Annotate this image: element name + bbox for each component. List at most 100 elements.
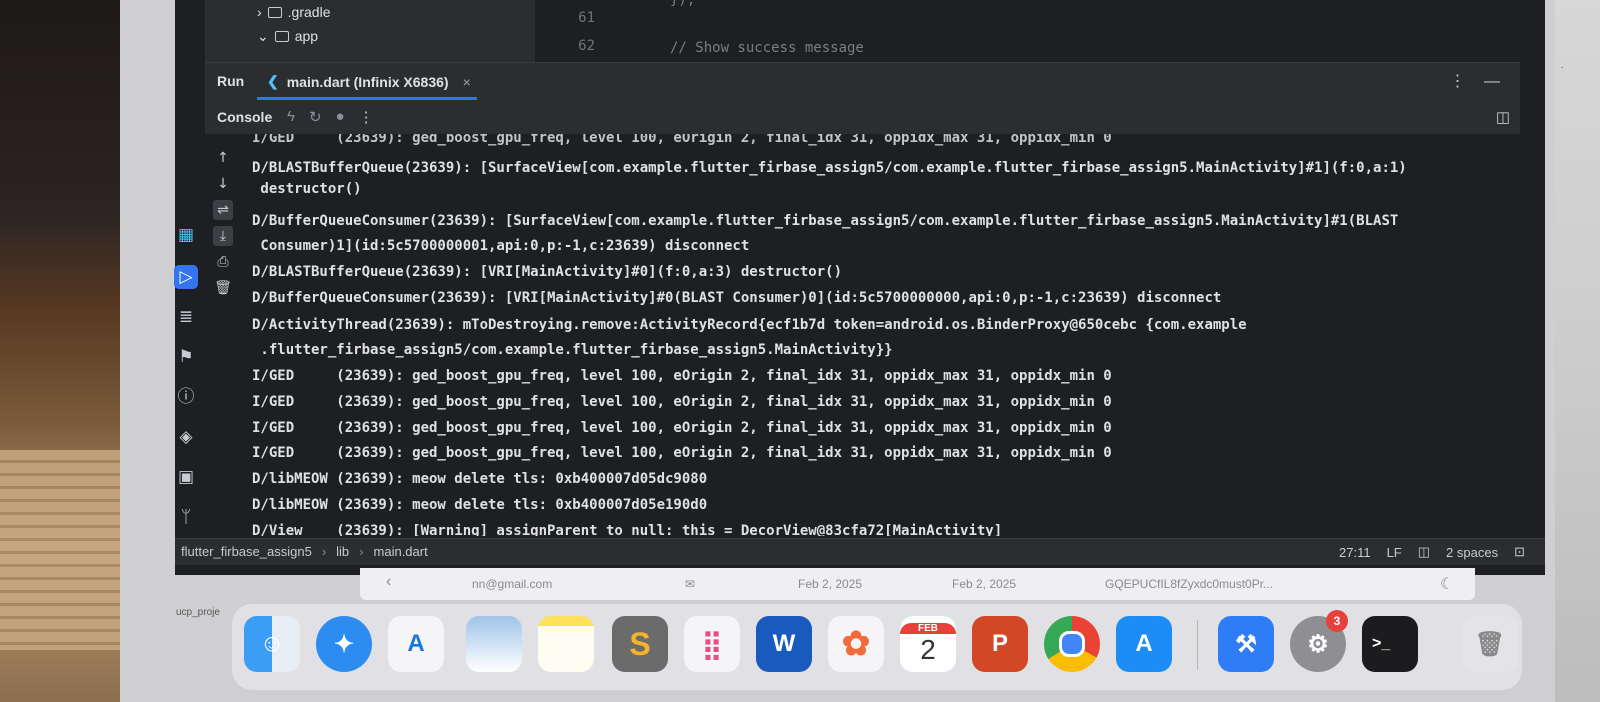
- run-icon[interactable]: ▷: [174, 265, 198, 289]
- more-options-icon[interactable]: ⋮: [359, 108, 374, 126]
- launchpad-icon[interactable]: ⣿: [684, 616, 740, 672]
- print-icon[interactable]: ⎙: [213, 252, 233, 272]
- log-line: I/GED (23639): ged_boost_gpu_freq, level…: [252, 368, 1112, 384]
- ide-status-bar: flutter_firbase_assign5 › lib › main.dar…: [175, 538, 1545, 565]
- soft-wrap-icon[interactable]: ⇌: [213, 200, 233, 220]
- flutter-icon: ❮: [267, 73, 279, 89]
- log-line: destructor(): [252, 181, 362, 197]
- calendar-icon[interactable]: FEB 2: [900, 616, 956, 672]
- run-window-tools: ⋮ —: [1436, 71, 1500, 91]
- run-title: Run: [217, 73, 245, 89]
- breadcrumb-project[interactable]: flutter_firbase_assign5: [181, 544, 312, 559]
- notification-badge: 3: [1326, 610, 1348, 632]
- background-right: .: [1555, 0, 1600, 702]
- console-tab[interactable]: Console: [217, 109, 272, 125]
- log-line: I/GED (23639): ged_boost_gpu_freq, level…: [252, 445, 1112, 461]
- photos-icon[interactable]: ✿: [828, 616, 884, 672]
- status-right: 27:11 LF ◫ 2 spaces ⊡: [1339, 544, 1525, 560]
- console-output[interactable]: I/GED (23639): ged_boost_gpu_freq, level…: [240, 134, 1520, 536]
- editor-gutter: 61 62: [535, 0, 631, 62]
- sublime-text-icon[interactable]: S: [612, 616, 668, 672]
- line-ending[interactable]: LF: [1387, 545, 1402, 560]
- folder-icon: [267, 6, 282, 18]
- tab-main-dart[interactable]: ❮ main.dart (Infinix X6836) ×: [267, 73, 471, 90]
- word-icon[interactable]: W: [756, 616, 812, 672]
- indent-setting[interactable]: 2 spaces: [1446, 545, 1498, 560]
- trash-icon[interactable]: 🗑: [213, 278, 233, 298]
- code-line: });: [670, 0, 696, 8]
- email-cell: nn@gmail.com: [472, 577, 553, 591]
- log-line: I/GED (23639): ged_boost_gpu_freq, level…: [252, 394, 1112, 410]
- stop-icon[interactable]: ●: [336, 108, 345, 126]
- breadcrumb-file[interactable]: main.dart: [374, 544, 428, 559]
- readonly-icon[interactable]: ◫: [1418, 544, 1430, 560]
- safari-icon[interactable]: ✦: [316, 616, 372, 672]
- log-line: D/BLASTBufferQueue(23639): [VRI[MainActi…: [252, 264, 843, 280]
- log-line: I/GED (23639): ged_boost_gpu_freq, level…: [252, 134, 1112, 146]
- moon-icon[interactable]: ☾: [1440, 574, 1454, 594]
- line-number: 61: [578, 10, 595, 26]
- lock-icon[interactable]: ⊡: [1514, 544, 1525, 560]
- minimize-icon[interactable]: —: [1484, 73, 1500, 90]
- git-icon[interactable]: ᛘ: [174, 505, 198, 529]
- more-options-icon[interactable]: ⋮: [1450, 73, 1466, 90]
- tree-item-label: app: [294, 28, 319, 44]
- chevron-left-icon[interactable]: ‹: [386, 573, 391, 591]
- token-cell: GQEPUCfIL8fZyxdc0must0Pr...: [1105, 577, 1274, 591]
- log-line: D/BufferQueueConsumer(23639): [VRI[MainA…: [252, 290, 1222, 306]
- problems-icon[interactable]: ⓘ: [174, 385, 198, 409]
- log-line: D/BLASTBufferQueue(23639): [SurfaceView[…: [252, 160, 1407, 176]
- scroll-to-end-icon[interactable]: ⤓: [213, 226, 233, 246]
- finder-icon[interactable]: ☺: [244, 616, 300, 672]
- desktop-label: ucp_proje: [176, 607, 220, 618]
- scroll-up-icon[interactable]: ↑: [213, 148, 233, 168]
- layout-icon[interactable]: ◫: [1496, 108, 1510, 126]
- chevron-down-icon[interactable]: ⌄: [257, 28, 269, 45]
- log-line: .flutter_firbase_assign5/com.example.flu…: [252, 342, 893, 358]
- log-line: I/GED (23639): ged_boost_gpu_freq, level…: [252, 420, 1112, 436]
- instruments-icon[interactable]: A: [388, 616, 444, 672]
- hot-reload-icon[interactable]: ϟ: [287, 108, 295, 126]
- calendar-day: 2: [920, 633, 936, 665]
- console-toolbar-icons: ϟ ↻ ● ⋮: [287, 108, 374, 126]
- powerpoint-icon[interactable]: P: [972, 616, 1028, 672]
- console-toolbar: Console ϟ ↻ ● ⋮ ◫: [205, 100, 1520, 134]
- code-editor[interactable]: }); // Show success message: [630, 0, 1520, 62]
- xcode-icon[interactable]: ⚒: [1218, 616, 1274, 672]
- log-line: D/BufferQueueConsumer(23639): [SurfaceVi…: [252, 213, 1399, 229]
- line-number: 62: [578, 38, 595, 54]
- browser-row: ‹ nn@gmail.com ✉ Feb 2, 2025 Feb 2, 2025…: [360, 568, 1475, 600]
- run-tool-window-header: Run ❮ main.dart (Infinix X6836) × ⋮ —: [205, 62, 1520, 101]
- tree-item-gradle[interactable]: › .gradle: [257, 2, 330, 22]
- close-icon[interactable]: ×: [463, 74, 471, 90]
- trash-bin-icon[interactable]: 🗑: [1462, 616, 1518, 672]
- dock-separator: [1197, 620, 1198, 670]
- breadcrumb-folder[interactable]: lib: [336, 544, 349, 559]
- services-icon[interactable]: ◈: [174, 425, 198, 449]
- offscreen-fragment: .: [1561, 60, 1564, 70]
- terminal-app-icon[interactable]: >_: [1362, 616, 1418, 672]
- app-store-icon[interactable]: A: [1116, 616, 1172, 672]
- date-cell: Feb 2, 2025: [952, 577, 1017, 591]
- tab-label: main.dart (Infinix X6836): [286, 73, 449, 90]
- chevron-right-icon: ›: [321, 544, 327, 559]
- macos-dock: ☺ ✦ A S ⣿ W ✿ FEB 2 P A ⚒ ⚙ 3 >_ 🗑: [232, 604, 1522, 690]
- breadcrumb: flutter_firbase_assign5 › lib › main.dar…: [181, 544, 428, 559]
- cursor-position[interactable]: 27:11: [1339, 545, 1371, 560]
- chrome-icon[interactable]: [1044, 616, 1100, 672]
- console-side-actions: ↑ ↓ ⇌ ⤓ ⎙ 🗑: [205, 134, 240, 536]
- chevron-right-icon[interactable]: ›: [257, 4, 262, 20]
- date-cell: Feb 2, 2025: [798, 577, 863, 591]
- terminal-icon[interactable]: ▣: [174, 465, 198, 489]
- app-quality-icon[interactable]: ⚑: [174, 345, 198, 369]
- log-line: D/ActivityThread(23639): mToDestroying.r…: [252, 317, 1247, 333]
- hot-restart-icon[interactable]: ↻: [309, 108, 322, 126]
- preview-icon[interactable]: [466, 616, 522, 672]
- notes-icon[interactable]: [538, 616, 594, 672]
- logcat-icon[interactable]: ≣: [174, 305, 198, 329]
- flutter-inspector-icon[interactable]: ▦: [174, 223, 198, 247]
- scroll-down-icon[interactable]: ↓: [213, 174, 233, 194]
- tree-item-label: .gradle: [287, 4, 331, 20]
- tree-item-app[interactable]: ⌄ app: [257, 26, 318, 46]
- log-line: Consumer)1](id:5c5700000001,api:0,p:-1,c…: [252, 238, 750, 254]
